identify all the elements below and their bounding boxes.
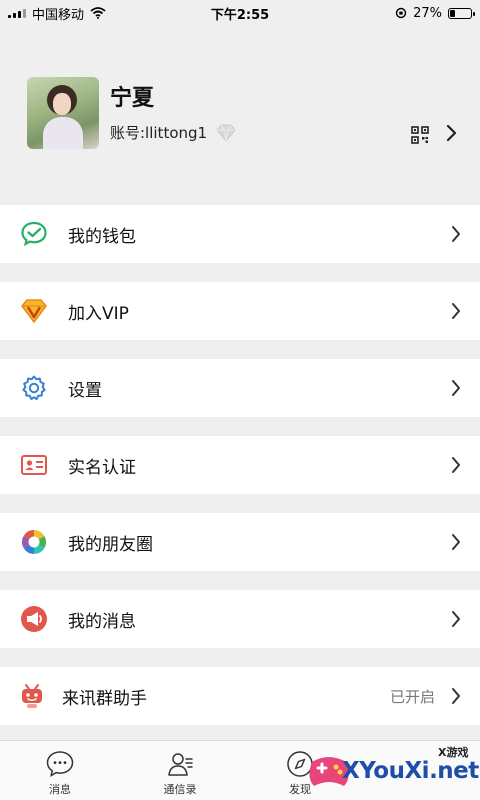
menu-label: 我的消息: [68, 611, 136, 632]
settings-gear-icon: [22, 375, 46, 400]
watermark-text: XYouXi.net: [342, 758, 479, 784]
menu-label: 加入VIP: [68, 303, 129, 324]
profile-header[interactable]: 宁夏 账号:llittong1: [0, 26, 480, 186]
chevron-right-icon: [452, 457, 460, 473]
contacts-icon: [168, 753, 193, 776]
menu-item-settings[interactable]: 设置: [0, 359, 480, 417]
battery-percent: 27%: [413, 5, 442, 21]
status-left: 中国移动: [8, 4, 106, 23]
account-id: 账号:llittong1: [110, 124, 208, 142]
status-value: 已开启: [389, 687, 435, 706]
chevron-right-icon: [452, 380, 460, 396]
menu-item-wallet[interactable]: 我的钱包: [0, 205, 480, 263]
wifi-icon: [90, 7, 106, 19]
chevron-right-icon: [452, 226, 460, 242]
vip-diamond-icon: [21, 299, 47, 323]
menu-item-verification[interactable]: 实名认证: [0, 436, 480, 494]
signal-icon: [8, 8, 26, 18]
status-bar: 中国移动 下午2:55 27%: [0, 0, 480, 26]
avatar[interactable]: [27, 77, 99, 149]
menu-label: 我的钱包: [68, 226, 136, 247]
menu-label: 实名认证: [68, 457, 136, 478]
menu-label: 设置: [68, 380, 102, 401]
chat-bubble-icon: [46, 751, 74, 777]
menu-item-messages[interactable]: 我的消息: [0, 590, 480, 648]
tab-label: 消息: [49, 783, 71, 796]
carrier-label: 中国移动: [32, 7, 85, 23]
profile-name: 宁夏: [110, 86, 155, 111]
tab-contacts[interactable]: 通信录: [120, 741, 240, 800]
chevron-right-icon[interactable]: [444, 122, 458, 144]
wallet-icon: [21, 221, 47, 247]
tab-label: 通信录: [163, 783, 197, 796]
menu-label: 我的朋友圈: [68, 534, 153, 555]
battery-icon: [448, 7, 475, 19]
diamond-badge-icon: [216, 124, 236, 142]
chevron-right-icon: [452, 611, 460, 627]
orientation-lock-icon: [395, 7, 407, 19]
menu-item-group-assistant[interactable]: 来讯群助手 已开启: [0, 667, 480, 725]
id-card-icon: [21, 455, 47, 475]
robot-assistant-icon: [22, 684, 42, 708]
chevron-right-icon: [452, 688, 460, 704]
menu-label: 来讯群助手: [62, 688, 147, 709]
message-horn-icon: [21, 606, 47, 632]
account-row: 账号:llittong1: [110, 122, 237, 143]
chevron-right-icon: [452, 534, 460, 550]
watermark: X游戏 XYouXi.net: [300, 742, 480, 800]
qr-code-icon[interactable]: [411, 126, 429, 144]
chevron-right-icon: [452, 303, 460, 319]
tab-messages[interactable]: 消息: [0, 741, 120, 800]
moments-aperture-icon: [21, 530, 47, 554]
menu-item-moments[interactable]: 我的朋友圈: [0, 513, 480, 571]
menu-item-vip[interactable]: 加入VIP: [0, 282, 480, 340]
status-right: 27%: [395, 5, 475, 21]
